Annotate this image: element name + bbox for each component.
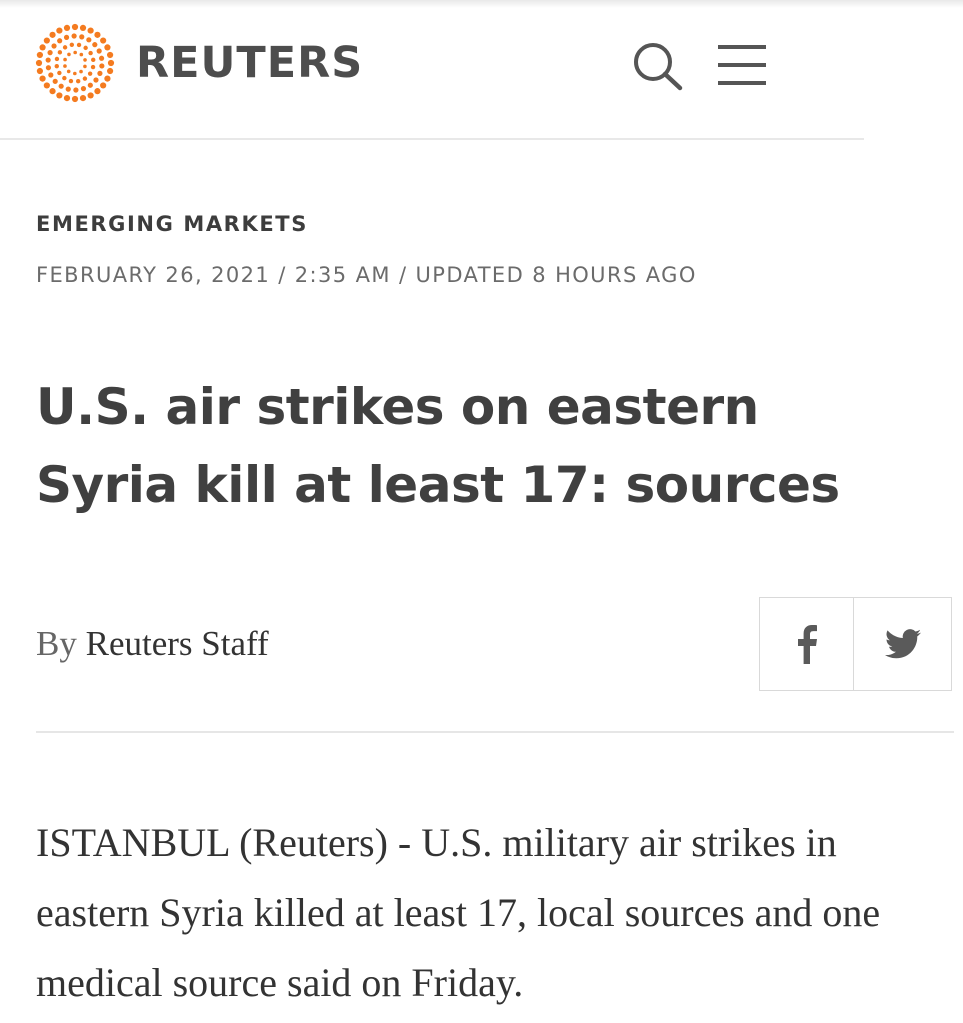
logo-dot	[63, 64, 67, 68]
logo-dot	[39, 44, 46, 51]
logo-dot	[71, 23, 79, 31]
logo-dot	[107, 59, 115, 67]
logo-dot	[86, 37, 92, 43]
logo-dot	[107, 67, 114, 75]
logo-dot	[43, 37, 50, 44]
byline-divider	[36, 731, 954, 733]
logo-dot	[94, 88, 101, 95]
logo-dot	[71, 33, 77, 39]
twitter-share-button[interactable]	[854, 597, 952, 691]
facebook-icon	[797, 625, 817, 664]
logo-dot	[67, 52, 71, 57]
logo-dot	[104, 44, 111, 51]
logo-dot	[104, 75, 111, 82]
logo-dot	[57, 38, 63, 44]
share-buttons	[759, 597, 953, 693]
logo-dot	[62, 45, 68, 50]
logo-dot	[73, 50, 77, 55]
logo-dot	[49, 88, 56, 95]
logo-dot	[87, 92, 94, 99]
reuters-dot-ring-logo-icon	[35, 23, 115, 103]
logo-dot	[65, 86, 71, 92]
logo-dot	[80, 86, 87, 92]
logo-dot	[45, 57, 51, 63]
twitter-icon	[884, 629, 921, 659]
logo-dot	[49, 31, 56, 38]
logo-dot	[56, 27, 63, 34]
article-dateline: FEBRUARY 26, 2021 / 2:35 AM / UPDATED 8 …	[36, 263, 697, 287]
logo-dot	[93, 77, 99, 83]
logo-dot	[87, 27, 94, 34]
hamburger-menu-icon	[718, 45, 766, 85]
logo-dot	[73, 71, 77, 76]
logo-dot	[83, 45, 88, 51]
logo-dot	[76, 42, 82, 48]
logo-dot	[73, 87, 79, 93]
logo-dot	[88, 50, 93, 56]
menu-button[interactable]	[716, 42, 768, 88]
logo-dot	[79, 52, 84, 57]
logo-dot	[62, 75, 67, 81]
logo-dot	[83, 58, 87, 62]
logo-dot	[69, 42, 75, 47]
logo-dot	[35, 59, 43, 67]
logo-dot	[91, 57, 96, 63]
article-headline: U.S. air strikes on eastern Syria kill a…	[36, 378, 840, 514]
logo-dot	[75, 79, 81, 84]
logo-dot	[90, 64, 96, 70]
logo-dot	[36, 67, 43, 75]
reuters-logo[interactable]: REUTERS	[34, 22, 363, 104]
section-label[interactable]: EMERGING MARKETS	[36, 212, 308, 236]
logo-dot	[83, 64, 87, 69]
logo-dot	[57, 50, 63, 55]
logo-dot	[66, 69, 71, 74]
logo-dot	[57, 70, 62, 76]
logo-dot	[97, 70, 103, 76]
logo-dot	[107, 51, 114, 59]
logo-dot	[71, 95, 79, 103]
logo-dot	[58, 83, 64, 89]
logo-dot	[63, 95, 71, 102]
logo-dot	[79, 95, 87, 102]
logo-dot	[43, 82, 50, 89]
logo-dot	[94, 31, 101, 38]
logo-dot	[54, 56, 60, 62]
logo-dot	[51, 43, 57, 49]
logo-dot	[79, 24, 87, 31]
logo-dot	[52, 78, 58, 84]
logo-dot	[36, 51, 43, 59]
logo-dot	[48, 72, 54, 78]
logo-dot	[99, 63, 105, 69]
logo-dot	[47, 50, 53, 56]
logo-dot	[56, 92, 63, 99]
logo-dot	[63, 24, 71, 31]
logo-dot	[100, 37, 107, 44]
logo-dot	[87, 82, 93, 88]
logo-dot	[100, 82, 107, 89]
brand-wordmark: REUTERS	[136, 37, 364, 88]
logo-dot	[63, 34, 70, 40]
author-name[interactable]: Reuters Staff	[86, 624, 269, 663]
byline: By Reuters Staff	[36, 624, 269, 664]
logo-dot	[79, 69, 83, 74]
logo-dot	[82, 76, 88, 81]
logo-dot	[39, 75, 46, 82]
site-header: REUTERS	[0, 0, 864, 140]
search-icon	[634, 43, 683, 91]
logo-dot	[54, 63, 59, 69]
logo-dot	[96, 48, 102, 54]
logo-dot	[87, 71, 93, 76]
logo-dot	[68, 78, 74, 84]
search-button[interactable]	[629, 40, 685, 92]
byline-prefix: By	[36, 624, 77, 663]
logo-dot	[63, 57, 67, 62]
logo-dot	[45, 65, 52, 71]
facebook-share-button[interactable]	[759, 597, 854, 691]
logo-dot	[98, 55, 105, 61]
logo-dot	[92, 42, 98, 48]
logo-dot	[79, 34, 85, 40]
article-body-paragraph: ISTANBUL (Reuters) - U.S. military air s…	[36, 820, 881, 1005]
